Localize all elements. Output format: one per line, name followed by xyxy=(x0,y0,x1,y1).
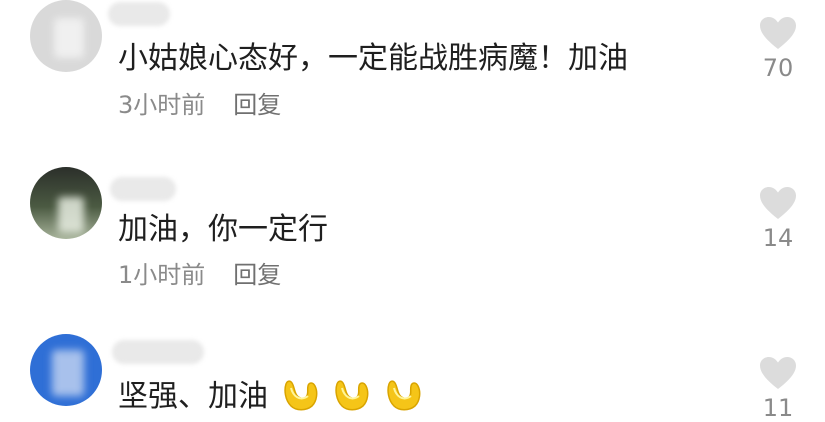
like-button[interactable]: 11 xyxy=(755,356,801,422)
avatar[interactable] xyxy=(30,334,102,406)
comment-text: 加油，你一定行 xyxy=(118,212,328,247)
like-count: 11 xyxy=(762,394,794,422)
comment-text: 小姑娘心态好，一定能战胜病魔！加油 xyxy=(118,41,628,76)
heart-icon xyxy=(760,357,796,389)
username[interactable] xyxy=(112,340,204,364)
reply-button[interactable]: 回复 xyxy=(233,91,281,119)
comment-meta: 1小时前 回复 xyxy=(118,260,281,290)
comment-item: 小姑娘心态好，一定能战胜病魔！加油 3小时前 回复 70 xyxy=(0,0,825,140)
comment-time: 3小时前 xyxy=(118,91,206,119)
avatar[interactable] xyxy=(30,0,102,72)
avatar[interactable] xyxy=(30,167,102,239)
flexed-biceps-icon xyxy=(386,380,421,411)
like-count: 70 xyxy=(762,54,794,82)
like-count: 14 xyxy=(762,224,794,252)
flexed-biceps-icon xyxy=(283,380,317,411)
flexed-biceps-icon xyxy=(335,380,369,411)
comment-item: 加油，你一定行 1小时前 回复 14 xyxy=(0,165,825,305)
like-button[interactable]: 14 xyxy=(755,186,801,252)
comment-text: 坚强、加油 xyxy=(118,378,423,416)
heart-icon xyxy=(760,17,796,49)
username[interactable] xyxy=(110,177,176,201)
comment-time: 1小时前 xyxy=(118,261,206,289)
reply-button[interactable]: 回复 xyxy=(233,261,281,289)
username[interactable] xyxy=(108,2,170,26)
comment-meta: 3小时前 回复 xyxy=(118,90,281,120)
comment-item: 坚强、加油 11 xyxy=(0,332,825,422)
comment-text-content: 坚强、加油 xyxy=(118,379,268,414)
heart-icon xyxy=(760,187,796,219)
like-button[interactable]: 70 xyxy=(755,16,801,82)
